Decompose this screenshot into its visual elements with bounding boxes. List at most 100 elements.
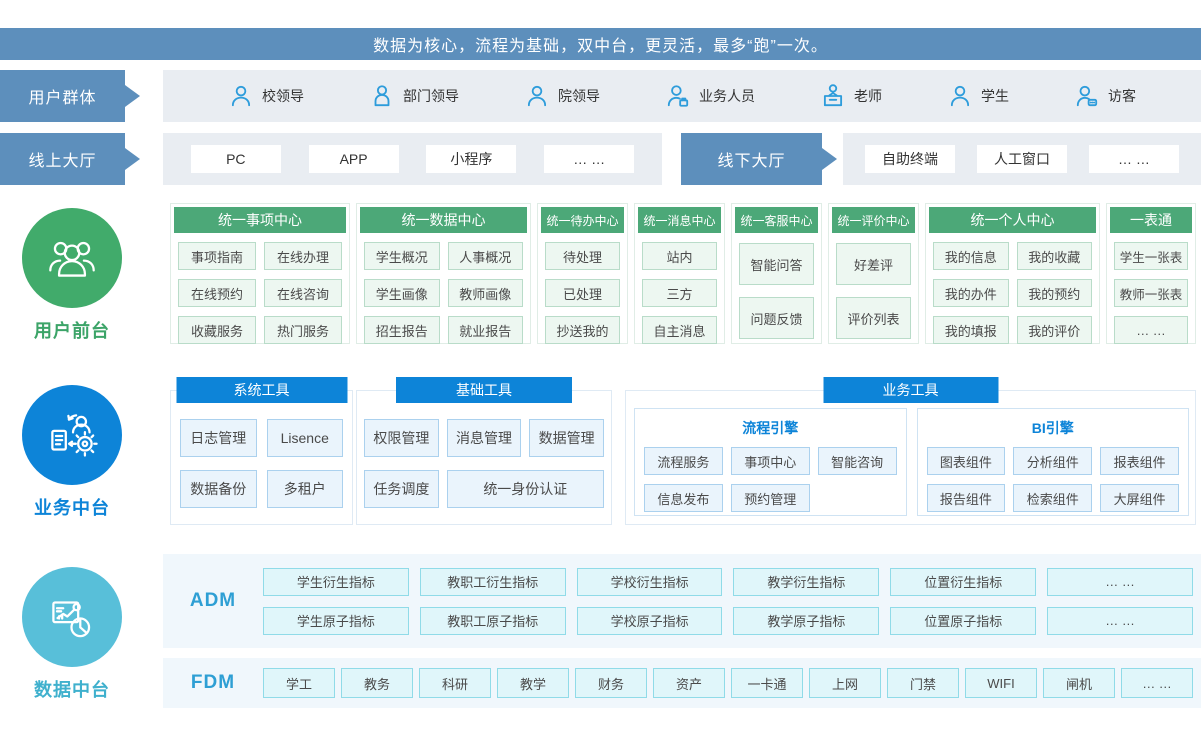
business-section-label: 业务中台 bbox=[22, 494, 122, 520]
business-staff-icon bbox=[665, 83, 691, 109]
frontend-item: 学生画像 bbox=[364, 279, 440, 307]
engine-item: 预约管理 bbox=[731, 484, 810, 512]
teacher-icon bbox=[820, 83, 846, 109]
data-section-badge: 数据中台 bbox=[22, 567, 122, 702]
hall-item-manual-window: 人工窗口 bbox=[977, 145, 1067, 173]
fdm-item: WIFI bbox=[965, 668, 1037, 698]
department-leader-icon bbox=[369, 83, 395, 109]
offline-hall-tag: 线下大厅 bbox=[681, 133, 822, 185]
fdm-item: 教务 bbox=[341, 668, 413, 698]
panel-personal-center: 统一个人中心 我的信息 我的收藏 我的办件 我的预约 我的填报 我的评价 bbox=[925, 203, 1100, 344]
adm-item: 教职工原子指标 bbox=[420, 607, 566, 635]
fdm-item: … … bbox=[1121, 668, 1193, 698]
fdm-item: 一卡通 bbox=[731, 668, 803, 698]
panel-data-center: 统一数据中心 学生概况 人事概况 学生画像 教师画像 招生报告 就业报告 bbox=[356, 203, 531, 344]
frontend-item: 我的评价 bbox=[1017, 316, 1093, 344]
frontend-item: 招生报告 bbox=[364, 316, 440, 344]
frontend-section-label: 用户前台 bbox=[22, 317, 122, 343]
user-group-department-leader: 部门领导 bbox=[369, 83, 459, 109]
system-tools-group: 系统工具 日志管理 Lisence 数据备份 多租户 bbox=[170, 377, 353, 525]
adm-item: 教学衍生指标 bbox=[733, 568, 879, 596]
user-group-teacher: 老师 bbox=[820, 83, 882, 109]
column-header: 统一个人中心 bbox=[929, 207, 1096, 233]
slogan-banner: 数据为核心，流程为基础，双中台，更灵活，最多“跑”一次。 bbox=[0, 28, 1201, 60]
frontend-item: 站内 bbox=[642, 242, 717, 270]
frontend-item: 待处理 bbox=[545, 242, 620, 270]
column-header: 统一事项中心 bbox=[174, 207, 346, 233]
column-header: 一表通 bbox=[1110, 207, 1192, 233]
group-header: 系统工具 bbox=[176, 377, 347, 403]
users-group-icon bbox=[22, 208, 122, 308]
user-group-college-leader: 院领导 bbox=[524, 83, 600, 109]
hall-item-pc: PC bbox=[191, 145, 281, 173]
tool-item: 数据管理 bbox=[529, 419, 604, 457]
frontend-item: 我的填报 bbox=[933, 316, 1009, 344]
frontend-item: 自主消息 bbox=[642, 316, 717, 344]
adm-item: … … bbox=[1047, 568, 1193, 596]
group-header: 业务工具 bbox=[823, 377, 998, 403]
frontend-item: 教师一张表 bbox=[1114, 279, 1188, 307]
engine-item: 分析组件 bbox=[1013, 447, 1092, 475]
tool-item: 消息管理 bbox=[447, 419, 522, 457]
frontend-item: 收藏服务 bbox=[178, 316, 256, 344]
adm-item: … … bbox=[1047, 607, 1193, 635]
frontend-item: 我的信息 bbox=[933, 242, 1009, 270]
business-tools-group: 业务工具 流程引擎 流程服务 事项中心 智能咨询 信息发布 预约管理 BI引擎 … bbox=[625, 377, 1196, 525]
fdm-panel: FDM 学工 教务 科研 教学 财务 资产 一卡通 上网 门禁 WIFI 闸机 … bbox=[163, 658, 1201, 708]
fdm-item: 科研 bbox=[419, 668, 491, 698]
basic-tools-group: 基础工具 权限管理 消息管理 数据管理 任务调度 统一身份认证 bbox=[356, 377, 612, 525]
frontend-item: 已处理 bbox=[545, 279, 620, 307]
slogan-text: 数据为核心，流程为基础，双中台，更灵活，最多“跑”一次。 bbox=[373, 32, 828, 56]
panel-todo-center: 统一待办中心 待处理 已处理 抄送我的 bbox=[537, 203, 628, 344]
data-section-label: 数据中台 bbox=[22, 676, 122, 702]
frontend-item: 热门服务 bbox=[264, 316, 342, 344]
process-engine-panel: 流程引擎 流程服务 事项中心 智能咨询 信息发布 预约管理 bbox=[634, 408, 907, 516]
panel-one-form: 一表通 学生一张表 教师一张表 … … bbox=[1106, 203, 1196, 344]
column-header: 统一评价中心 bbox=[832, 207, 915, 233]
chart-board-icon bbox=[22, 567, 122, 667]
tool-item: 权限管理 bbox=[364, 419, 439, 457]
engine-item: 信息发布 bbox=[644, 484, 723, 512]
frontend-item: 在线预约 bbox=[178, 279, 256, 307]
hall-item-miniprogram: 小程序 bbox=[426, 145, 516, 173]
frontend-item: 问题反馈 bbox=[739, 297, 814, 339]
adm-item: 学生衍生指标 bbox=[263, 568, 409, 596]
fdm-item: 财务 bbox=[575, 668, 647, 698]
frontend-item: 我的收藏 bbox=[1017, 242, 1093, 270]
frontend-item: 我的办件 bbox=[933, 279, 1009, 307]
frontend-item: 三方 bbox=[642, 279, 717, 307]
architecture-diagram: 数据为核心，流程为基础，双中台，更灵活，最多“跑”一次。 用户群体 校领导 部门… bbox=[0, 0, 1201, 738]
adm-label: ADM bbox=[163, 590, 263, 612]
frontend-item: 抄送我的 bbox=[545, 316, 620, 344]
column-header: 统一消息中心 bbox=[638, 207, 721, 233]
adm-panel: ADM 学生衍生指标 教职工衍生指标 学校衍生指标 教学衍生指标 位置衍生指标 … bbox=[163, 554, 1201, 648]
column-header: 统一客服中心 bbox=[735, 207, 818, 233]
frontend-item: 评价列表 bbox=[836, 297, 911, 339]
user-group-visitor: 访客 bbox=[1074, 83, 1136, 109]
adm-item: 学校原子指标 bbox=[577, 607, 723, 635]
engine-item: 图表组件 bbox=[927, 447, 1006, 475]
adm-item: 教学原子指标 bbox=[733, 607, 879, 635]
frontend-item: 事项指南 bbox=[178, 242, 256, 270]
engine-item: 智能咨询 bbox=[818, 447, 897, 475]
frontend-item: 教师画像 bbox=[448, 279, 524, 307]
tool-item: 多租户 bbox=[267, 470, 344, 508]
school-leader-icon bbox=[228, 83, 254, 109]
frontend-item: 就业报告 bbox=[448, 316, 524, 344]
hall-item-more: … … bbox=[544, 145, 634, 173]
engine-title: 流程引擎 bbox=[635, 409, 906, 447]
hall-item-more: … … bbox=[1089, 145, 1179, 173]
frontend-item: 学生概况 bbox=[364, 242, 440, 270]
online-hall-tag: 线上大厅 bbox=[0, 133, 125, 185]
column-header: 统一待办中心 bbox=[541, 207, 624, 233]
frontend-section-badge: 用户前台 bbox=[22, 208, 122, 343]
fdm-item: 资产 bbox=[653, 668, 725, 698]
engine-item: 事项中心 bbox=[731, 447, 810, 475]
fdm-item: 门禁 bbox=[887, 668, 959, 698]
engine-item: 检索组件 bbox=[1013, 484, 1092, 512]
tool-item: 日志管理 bbox=[180, 419, 257, 457]
offline-hall-strip: 自助终端 人工窗口 … … bbox=[843, 133, 1201, 185]
college-leader-icon bbox=[524, 83, 550, 109]
frontend-item: 在线咨询 bbox=[264, 279, 342, 307]
engine-title: BI引擎 bbox=[918, 409, 1189, 447]
